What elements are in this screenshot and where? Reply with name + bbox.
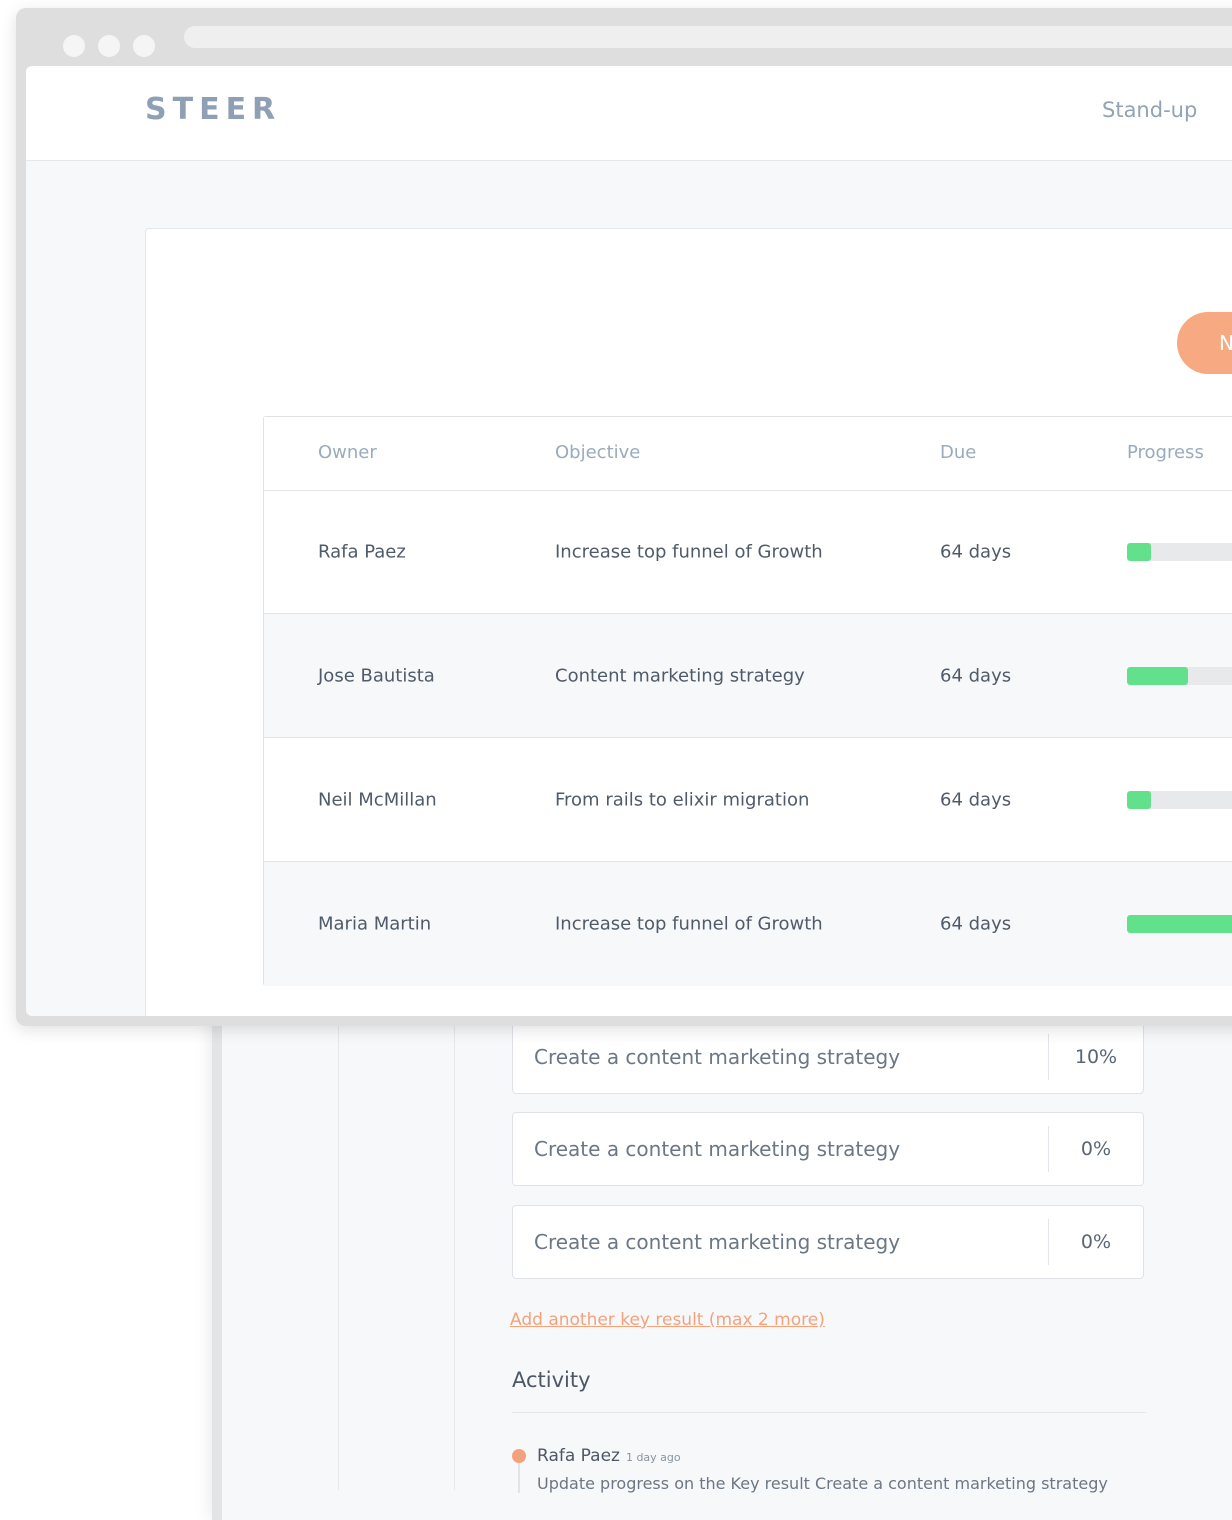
objectives-table: Owner Objective Due Progress Rafa Paez I… [263,416,1232,986]
window-maximize-dot-icon[interactable] [133,35,155,57]
row-due: 64 days [940,789,1012,810]
row-due: 64 days [940,541,1012,562]
column-header-owner[interactable]: Owner [318,442,377,463]
app-header: STEER Stand-up [26,66,1232,161]
progress-bar-fill [1127,790,1151,809]
key-result-percent[interactable]: 0% [1049,1138,1143,1160]
activity-time: 1 day ago [625,1451,681,1464]
progress-bar [1127,915,1232,933]
activity-timeline-line [518,1463,520,1493]
window-close-dot-icon[interactable] [63,35,85,57]
row-objective[interactable]: From rails to elixir migration [555,789,809,810]
key-result-row[interactable]: Create a content marketing strategy 0% [512,1112,1144,1186]
window-minimize-dot-icon[interactable] [98,35,120,57]
row-objective[interactable]: Content marketing strategy [555,665,805,686]
address-bar[interactable] [184,26,1232,48]
key-result-row[interactable]: Create a content marketing strategy 0% [512,1205,1144,1279]
new-objective-button[interactable]: N [1177,312,1232,374]
row-owner: Rafa Paez [318,541,406,562]
table-row[interactable]: Jose Bautista Content marketing strategy… [264,614,1232,738]
activity-dot-icon [512,1449,526,1463]
activity-author: Rafa Paez 1 day ago [537,1446,681,1466]
column-header-progress[interactable]: Progress [1127,442,1204,463]
activity-title: Activity [512,1368,591,1392]
browser-window: STEER Stand-up N Owner Objective Due Pro… [16,8,1232,1026]
add-key-result-link[interactable]: Add another key result (max 2 more) [510,1310,825,1330]
detail-sidebar-divider [338,1020,339,1490]
key-result-percent[interactable]: 10% [1049,1046,1143,1068]
activity-author-name: Rafa Paez [537,1446,620,1466]
row-objective[interactable]: Increase top funnel of Growth [555,541,823,562]
progress-bar [1127,666,1232,685]
key-result-text[interactable]: Create a content marketing strategy [513,1230,1048,1254]
row-owner: Maria Martin [318,913,432,935]
app-viewport: STEER Stand-up N Owner Objective Due Pro… [26,66,1232,1016]
key-result-row[interactable]: Create a content marketing strategy 10% [512,1020,1144,1094]
row-due: 64 days [940,665,1012,686]
column-header-due[interactable]: Due [940,442,976,463]
key-result-text[interactable]: Create a content marketing strategy [513,1045,1048,1069]
table-row[interactable]: Rafa Paez Increase top funnel of Growth … [264,490,1232,614]
row-objective[interactable]: Increase top funnel of Growth [555,914,823,935]
activity-text: Update progress on the Key result Create… [537,1474,1108,1493]
key-result-percent[interactable]: 0% [1049,1231,1143,1253]
steer-logo[interactable]: STEER [145,92,281,127]
progress-bar-fill [1127,666,1188,685]
activity-divider [512,1412,1146,1413]
detail-content-divider [454,1020,455,1490]
row-owner: Neil McMillan [318,789,437,810]
table-row[interactable]: Maria Martin Increase top funnel of Grow… [264,862,1232,986]
table-row[interactable]: Neil McMillan From rails to elixir migra… [264,738,1232,862]
progress-bar [1127,790,1232,809]
row-due: 64 days [940,913,1012,935]
progress-bar-fill [1127,915,1232,933]
column-header-objective[interactable]: Objective [555,442,640,463]
progress-bar [1127,542,1232,561]
row-owner: Jose Bautista [318,665,435,686]
nav-standup-link[interactable]: Stand-up [1102,98,1197,122]
table-header: Owner Objective Due Progress [264,417,1232,491]
key-result-text[interactable]: Create a content marketing strategy [513,1137,1048,1161]
progress-bar-fill [1127,542,1151,561]
